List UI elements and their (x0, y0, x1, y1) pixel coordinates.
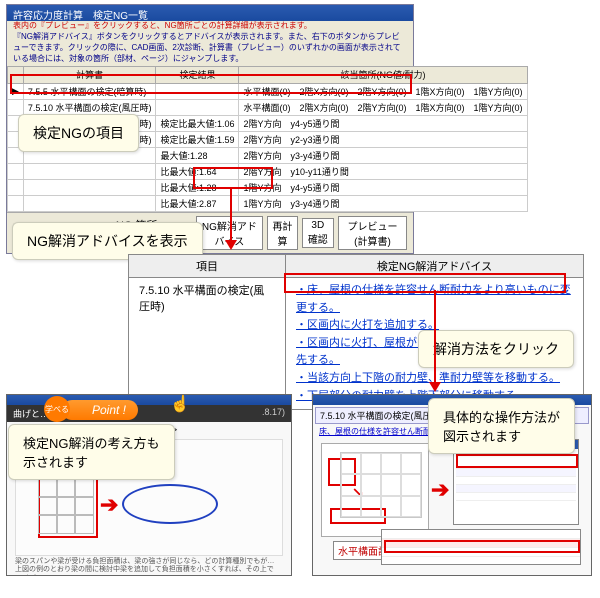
advice-header-advice: 検定NG解消アドバイス (286, 255, 584, 278)
callout-illustrated: 具体的な操作方法が 図示されます (428, 398, 575, 454)
arrow-to-detail (434, 290, 436, 390)
callout-ng-item: 検定NGの項目 (18, 114, 139, 152)
table-row[interactable]: 比最大値:2.871階Y方向 y3-y4通り間 (8, 195, 528, 211)
advice-item: 7.5.10 水平構面の検定(風圧時) (129, 278, 286, 410)
header-note-2: 『NG解消アドバイス』ボタンをクリックするとアドバイスが表示されます。また、右下… (7, 31, 413, 66)
table-row[interactable]: ▶7.5.5 水平構面の検定(暗算時)水平構面(0) 2階X方向(0) 2階Y方… (8, 83, 528, 99)
hand-icon: ☝ (170, 394, 190, 414)
arrow-to-advice-table (230, 188, 232, 248)
view-3d-button[interactable]: 3D確認 (302, 218, 334, 248)
grid-header: 計算書 (23, 66, 156, 83)
table-row[interactable]: 比最大値:1.642階Y方向 y10-y11通り間 (8, 163, 528, 179)
grid-header: 検定結果 (156, 66, 239, 83)
grid-header (8, 66, 24, 83)
callout-click-method: 解消方法をクリック (418, 330, 574, 368)
thumb-left-note: 梁のスパンや梁が受ける負担面積は、梁の強さが同じなら、どの計算種別でもが… 上図… (7, 556, 291, 576)
table-row[interactable]: 7.5.10 水平構面の検定(風圧時)水平構面(0) 2階X方向(0) 2階Y方… (8, 99, 528, 115)
recalc-button[interactable]: 再計算 (267, 216, 297, 250)
advice-header-item: 項目 (129, 255, 286, 278)
table-row[interactable]: 比最大値:1.281階Y方向 y4-y5通り間 (8, 179, 528, 195)
header-note-1: 表内の『プレビュー』をクリックすると、NG箇所ごとの計算詳細が表示されます。 (7, 21, 413, 31)
preview-button[interactable]: プレビュー(計算書) (338, 216, 407, 250)
point-badge: Point ! (62, 400, 138, 420)
window-title: 許容応力度計算 検定NG一覧 (7, 5, 413, 21)
callout-concept: 検定NG解消の考え方も 示されます (8, 424, 175, 480)
thumb-left[interactable]: 曲げと… .8.17) < 1 2 3 4 5 > ➔ 梁のスパンや梁が受ける負… (6, 394, 292, 576)
grid-header: 該当箇所(NG値/耐力) (239, 66, 527, 83)
